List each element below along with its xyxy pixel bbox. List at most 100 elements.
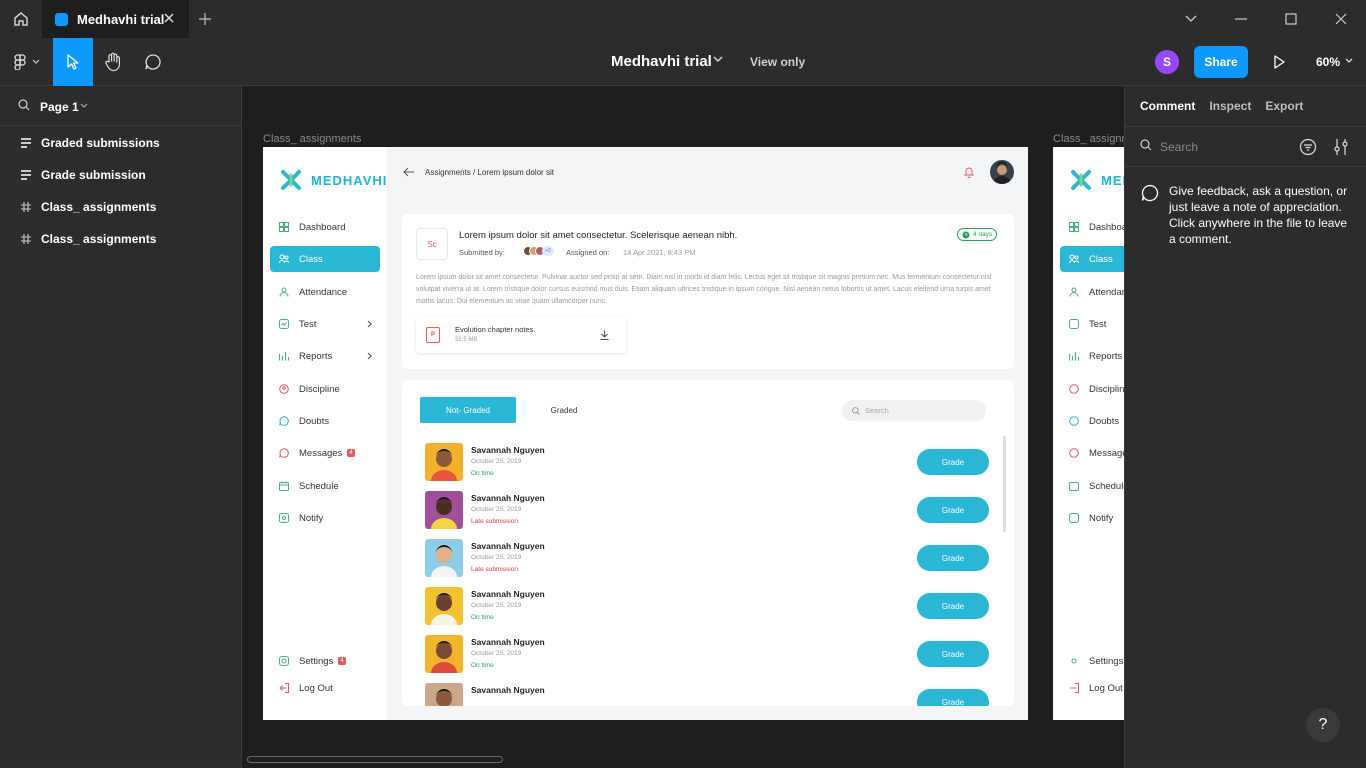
student-row[interactable]: Savannah Nguyen October 25, 2019 Late subm… — [425, 491, 995, 535]
chevron-down-icon — [1185, 15, 1197, 22]
app-frame-2[interactable]: MEDHAVHI Dashboard Class Attendance Test… — [1053, 147, 1124, 720]
grade-button[interactable]: Grade — [917, 497, 989, 523]
nav-discipline[interactable]: Discipline — [1060, 376, 1124, 402]
frame-label[interactable]: Class_ assignm — [1053, 133, 1124, 145]
student-row[interactable]: Savannah Nguyen October 25, 2019 On time Gr… — [425, 635, 995, 679]
window-menu-button[interactable] — [1166, 0, 1216, 38]
nav-doubts[interactable]: Doubts — [1060, 408, 1124, 434]
main-menu-button[interactable] — [0, 38, 53, 86]
tab-export[interactable]: Export — [1265, 99, 1303, 113]
user-avatar[interactable]: S — [1155, 50, 1179, 74]
layer-item[interactable]: Grade submission — [0, 159, 241, 191]
breadcrumb[interactable]: Assignments / Lorem ipsum dolor sit — [425, 168, 554, 177]
file-tab[interactable]: Medhavhi trial — [42, 0, 189, 38]
list-scrollbar[interactable] — [1003, 436, 1006, 532]
profile-avatar[interactable] — [990, 160, 1014, 184]
grade-button[interactable]: Grade — [917, 593, 989, 619]
nav-class[interactable]: Class — [270, 246, 380, 272]
help-button[interactable]: ? — [1306, 708, 1340, 742]
chevron-down-icon[interactable] — [80, 103, 88, 109]
nav-notify[interactable]: Notify — [1060, 505, 1124, 531]
nav-attendance[interactable]: Attendance — [270, 279, 380, 305]
minimize-button[interactable] — [1216, 0, 1266, 38]
nav-schedule[interactable]: Schedule — [1060, 473, 1124, 499]
home-button[interactable] — [0, 0, 41, 38]
comment-tool-button[interactable] — [133, 38, 173, 86]
share-button[interactable]: Share — [1194, 46, 1248, 78]
nav-messages[interactable]: Messages 4 — [270, 440, 380, 466]
nav-test[interactable]: Test — [270, 311, 380, 337]
nav-settings[interactable]: Settings 4 — [270, 648, 380, 674]
student-avatar — [425, 491, 463, 529]
page-name[interactable]: Page 1 — [40, 100, 79, 114]
chevron-down-icon[interactable] — [713, 56, 723, 63]
new-tab-button[interactable] — [196, 10, 216, 28]
page-selector-row[interactable] — [0, 86, 241, 126]
nav-schedule[interactable]: Schedule — [270, 473, 380, 499]
nav-reports[interactable]: Reports — [1060, 343, 1124, 369]
grade-button[interactable]: Grade — [917, 689, 989, 706]
grade-button[interactable]: Grade — [917, 641, 989, 667]
nav-discipline[interactable]: Discipline — [270, 376, 380, 402]
app-frame[interactable]: MEDHAVHI Dashboard Class Attendance Test… — [263, 147, 1028, 720]
student-row[interactable]: Savannah Nguyen October 25, 2019 On time Gr… — [425, 443, 995, 487]
maximize-button[interactable] — [1266, 0, 1316, 38]
search-input[interactable]: Search — [842, 400, 986, 421]
search-icon[interactable] — [18, 99, 30, 111]
filter-icon[interactable] — [1299, 138, 1317, 156]
tab-comment[interactable]: Comment — [1140, 99, 1195, 113]
move-tool-button[interactable] — [53, 38, 93, 86]
frame-label[interactable]: Class_ assignments — [263, 133, 361, 145]
nav-reports[interactable]: Reports — [270, 343, 380, 369]
logo-text: MEDHAVHI — [1101, 173, 1124, 188]
layer-item[interactable]: Class_ assignments — [0, 223, 241, 255]
nav-settings[interactable]: Settings — [1060, 648, 1124, 674]
file-name: Evolution chapter notes. — [455, 325, 536, 334]
close-icon — [1335, 13, 1347, 25]
student-row[interactable]: Savannah Nguyen October 25, 2019 Late subm… — [425, 539, 995, 583]
nav-messages[interactable]: Messages — [1060, 440, 1124, 466]
file-title[interactable]: Medhavhi trial — [611, 53, 712, 70]
close-window-button[interactable] — [1316, 0, 1366, 38]
attachment[interactable]: P Evolution chapter notes. 32.5 MB — [416, 317, 626, 353]
student-name: Savannah Nguyen — [471, 637, 545, 647]
tab-close-icon[interactable] — [163, 12, 175, 24]
sliders-icon[interactable] — [1333, 138, 1349, 156]
present-button[interactable] — [1268, 51, 1290, 73]
nav-notify[interactable]: Notify — [270, 505, 380, 531]
assignment-description: Lorem ipsum dolor sit amet consectetur. … — [416, 274, 992, 305]
chevron-down-icon — [32, 59, 39, 64]
hand-tool-button[interactable] — [93, 38, 133, 86]
submissions-card: Not- Graded Graded Search Savannah Nguye… — [402, 380, 1014, 706]
nav-dashboard[interactable]: Dashboard — [1060, 214, 1124, 240]
student-row[interactable]: Savannah Nguyen October 25, 2019 On time Gr… — [425, 587, 995, 631]
student-row[interactable]: Savannah Nguyen Grade — [425, 683, 995, 706]
horizontal-scrollbar[interactable] — [247, 756, 503, 763]
submission-date: October 25, 2019 — [471, 458, 522, 465]
nav-logout[interactable]: Log Out — [270, 675, 380, 701]
nav-dashboard[interactable]: Dashboard — [270, 214, 380, 240]
bell-icon[interactable] — [964, 166, 974, 178]
layer-label: Class_ assignments — [41, 232, 157, 246]
back-arrow-icon[interactable] — [403, 167, 415, 177]
app-main: Assignments / Lorem ipsum dolor sit Sc L… — [387, 147, 1028, 720]
nav-attendance[interactable]: Attendance — [1060, 279, 1124, 305]
tab-not-graded[interactable]: Not- Graded — [420, 397, 516, 423]
nav-class[interactable]: Class — [1060, 246, 1124, 272]
grade-button[interactable]: Grade — [917, 449, 989, 475]
layer-item[interactable]: Graded submissions — [0, 127, 241, 159]
chevron-down-icon[interactable] — [1345, 58, 1353, 64]
download-icon[interactable] — [600, 330, 609, 340]
tab-inspect[interactable]: Inspect — [1209, 99, 1251, 113]
tab-graded[interactable]: Graded — [536, 397, 592, 423]
zoom-level[interactable]: 60% — [1316, 55, 1340, 69]
grade-button[interactable]: Grade — [917, 545, 989, 571]
nav-logout[interactable]: Log Out — [1060, 675, 1124, 701]
discipline-icon — [279, 384, 289, 394]
comment-search-input[interactable]: Search — [1160, 140, 1198, 154]
layer-item[interactable]: Class_ assignments — [0, 191, 241, 223]
nav-test[interactable]: Test — [1060, 311, 1124, 337]
reports-icon — [279, 351, 289, 361]
submission-date: October 25, 2019 — [471, 506, 522, 513]
nav-doubts[interactable]: Doubts — [270, 408, 380, 434]
